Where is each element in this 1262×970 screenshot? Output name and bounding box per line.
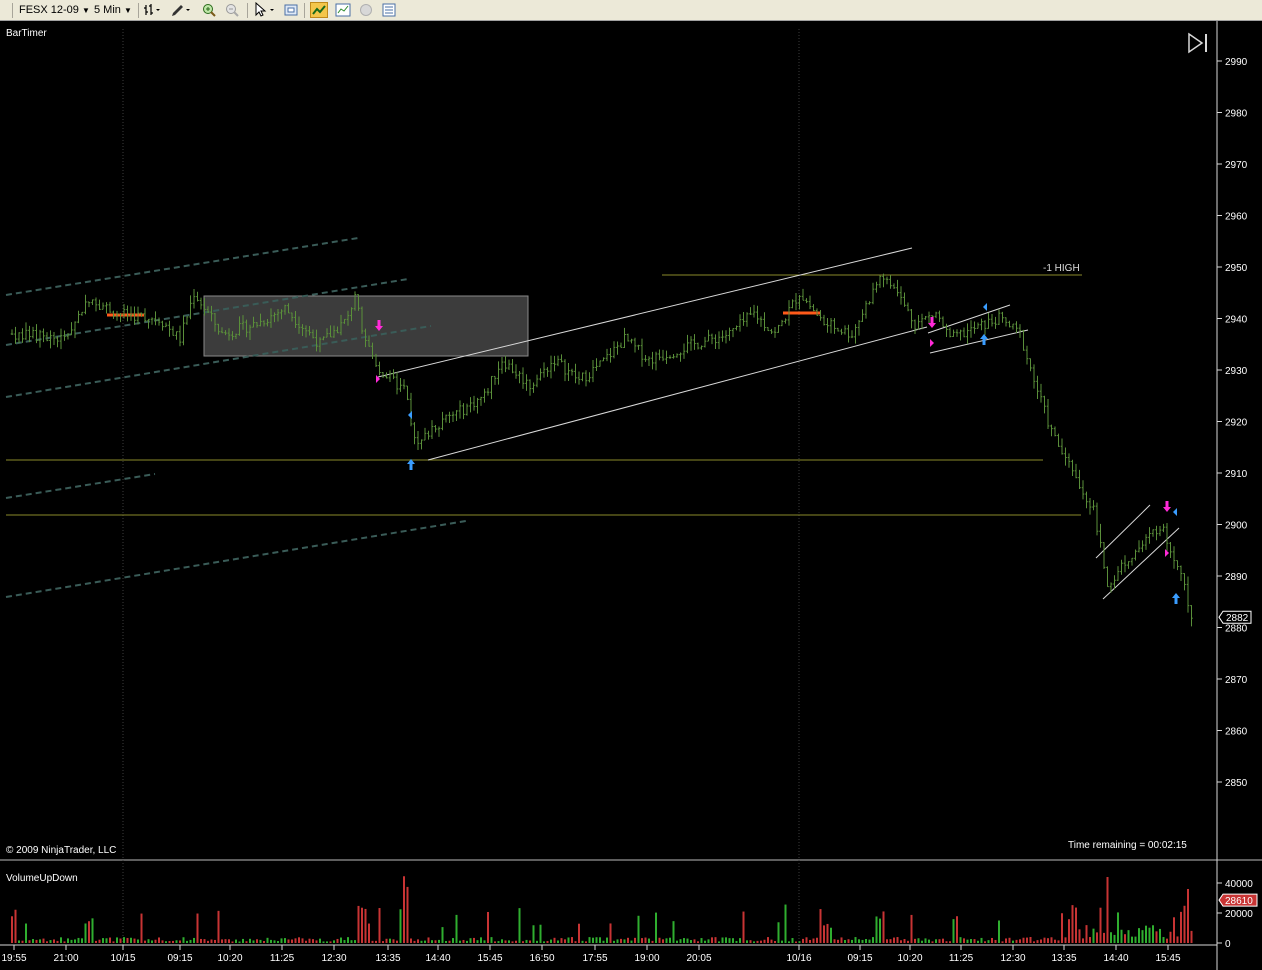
annotation-label: -1 HIGH <box>1043 263 1080 274</box>
data-box-icon <box>382 3 396 17</box>
copyright-label: © 2009 NinjaTrader, LLC <box>6 845 117 856</box>
price-tick-label: 2970 <box>1225 160 1248 171</box>
chart-toolbar: FESX 12-09 ▼ 5 Min ▼ <box>0 0 1262 21</box>
last-price-label: 2882 <box>1226 613 1249 624</box>
instrument-selector[interactable]: FESX 12-09 ▼ <box>19 2 90 18</box>
time-tick-label: 12:30 <box>1000 953 1025 964</box>
price-tick-label: 2870 <box>1225 675 1248 686</box>
time-tick-label: 20:05 <box>686 953 711 964</box>
time-tick-label: 10/15 <box>110 953 135 964</box>
time-tick-label: 10:20 <box>217 953 242 964</box>
bar-type-button[interactable] <box>143 2 161 18</box>
price-tick-label: 2930 <box>1225 366 1248 377</box>
price-tick-label: 2890 <box>1225 572 1248 583</box>
data-series-button[interactable] <box>310 2 328 18</box>
chart-panel <box>0 21 1217 860</box>
time-tick-label: 19:00 <box>634 953 659 964</box>
data-series-icon <box>312 5 326 15</box>
cursor-arrow-icon <box>255 1 274 17</box>
price-tick-label: 2850 <box>1225 778 1248 789</box>
price-tick-label: 2920 <box>1225 418 1248 429</box>
cursor-mode-button[interactable] <box>253 1 274 18</box>
time-tick-label: 21:00 <box>53 953 78 964</box>
price-tick-label: 2980 <box>1225 109 1248 120</box>
time-tick-label: 13:35 <box>1051 953 1076 964</box>
time-tick-label: 15:45 <box>1155 953 1180 964</box>
data-box-button[interactable] <box>380 2 398 18</box>
price-tick-label: 2990 <box>1225 57 1248 68</box>
zoom-out-button[interactable] <box>223 2 241 18</box>
zoom-in-icon <box>203 4 216 17</box>
price-chart[interactable]: 2990 2980 2970 2960 2950 2940 2930 2920 2910 2900… <box>0 21 1262 970</box>
time-tick-label: 19:55 <box>1 953 26 964</box>
toolbar-grip <box>12 3 13 18</box>
time-tick-label: 14:40 <box>425 953 450 964</box>
chevron-down-icon: ▼ <box>123 6 132 15</box>
interval-selector[interactable]: 5 Min ▼ <box>94 2 132 18</box>
time-tick-label: 12:30 <box>321 953 346 964</box>
scroll-end-icon <box>1188 32 1207 54</box>
volume-bars <box>11 876 1193 943</box>
bar-type-icon <box>144 4 160 15</box>
time-tick-label: 14:40 <box>1103 953 1128 964</box>
snapshot-icon <box>284 4 298 16</box>
time-tick-label: 10/16 <box>786 953 811 964</box>
time-tick-label: 10:20 <box>897 953 922 964</box>
instrument-label: FESX 12-09 <box>19 4 79 16</box>
draw-tool-button[interactable] <box>170 2 190 18</box>
volume-tick-label: 0 <box>1225 939 1231 950</box>
toolbar-separator <box>304 3 305 18</box>
price-tick-label: 2860 <box>1225 727 1248 738</box>
time-tick-label: 16:50 <box>529 953 554 964</box>
toolbar-separator <box>247 3 248 18</box>
interval-label: 5 Min <box>94 4 121 16</box>
last-volume-label: 28610 <box>1225 896 1253 907</box>
chart-grid <box>0 21 1262 946</box>
price-tick-label: 2960 <box>1225 212 1248 223</box>
time-tick-label: 17:55 <box>582 953 607 964</box>
toolbar-separator <box>138 3 139 18</box>
time-tick-label: 09:15 <box>847 953 872 964</box>
time-tick-label: 09:15 <box>167 953 192 964</box>
price-tick-label: 2950 <box>1225 263 1248 274</box>
time-tick-label: 11:25 <box>949 953 974 964</box>
indicators-button[interactable] <box>334 2 352 18</box>
zoom-in-button[interactable] <box>200 2 218 18</box>
indicator-label-top: BarTimer <box>6 28 47 39</box>
price-tick-label: 2880 <box>1225 624 1248 635</box>
time-tick-label: 13:35 <box>375 953 400 964</box>
strategy-disabled-icon <box>360 4 372 16</box>
strategy-button[interactable] <box>357 2 375 18</box>
time-tick-label: 15:45 <box>477 953 502 964</box>
price-tick-label: 2900 <box>1225 521 1248 532</box>
price-tick-label: 2910 <box>1225 469 1248 480</box>
volume-tick-label: 20000 <box>1225 909 1253 920</box>
scroll-to-end-button[interactable] <box>1187 32 1211 54</box>
volume-tick-label: 40000 <box>1225 879 1253 890</box>
pencil-icon <box>172 5 190 16</box>
time-remaining-label: Time remaining = 00:02:15 <box>1068 840 1187 851</box>
time-tick-label: 11:25 <box>270 953 295 964</box>
zoom-out-icon <box>226 4 239 17</box>
indicator-label-bottom: VolumeUpDown <box>6 873 78 884</box>
snapshot-button[interactable] <box>282 2 300 18</box>
price-tick-label: 2940 <box>1225 315 1248 326</box>
indicator-chart-icon <box>335 3 351 17</box>
chevron-down-icon: ▼ <box>81 6 90 15</box>
